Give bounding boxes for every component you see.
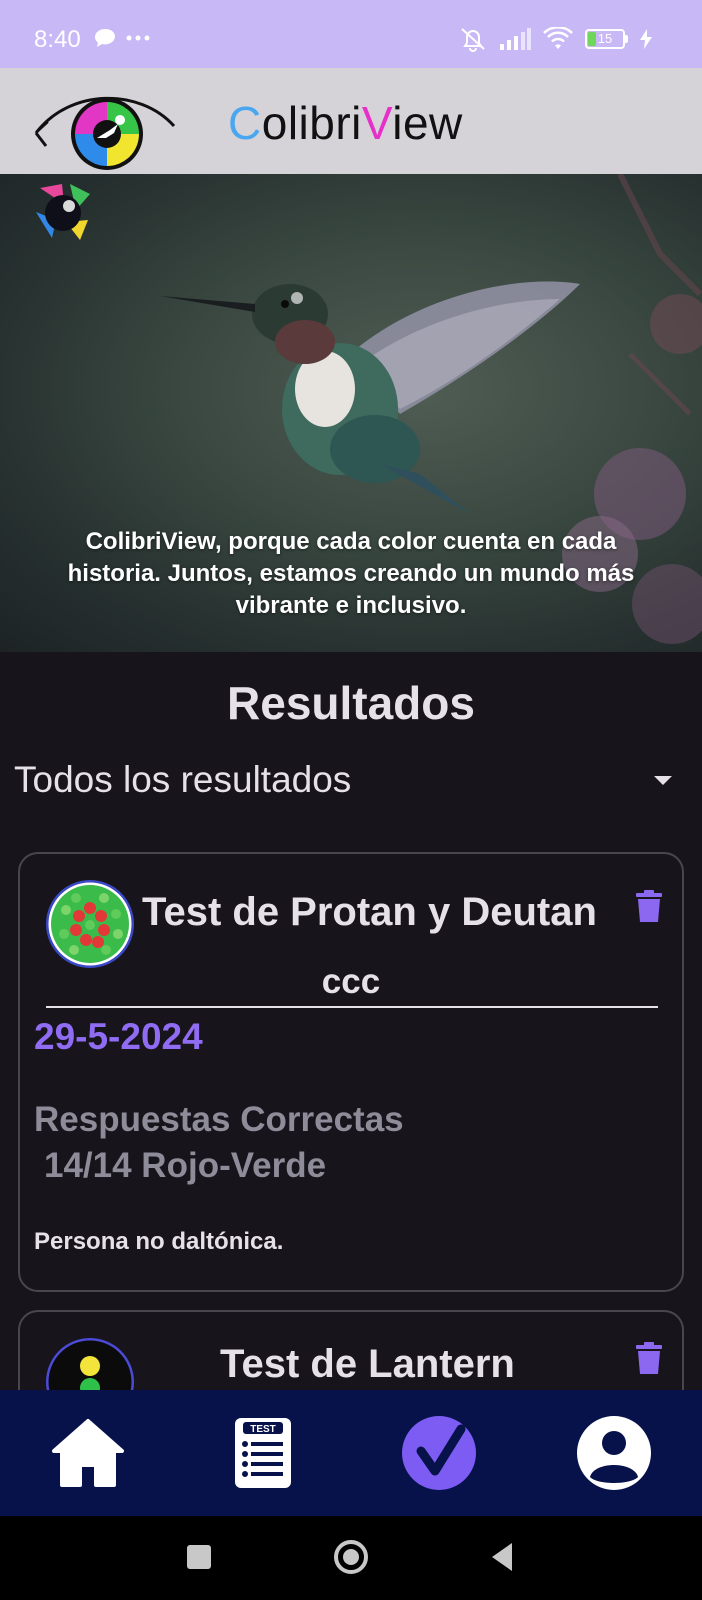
delete-trash-icon[interactable] [636,890,662,922]
score-value: 14/14 Rojo-Verde [44,1146,327,1185]
hero-banner: ColibriView, porque cada color cuenta en… [0,174,702,652]
score-label: Respuestas Correctas [34,1100,404,1139]
nav-tests[interactable]: TEST [221,1411,305,1495]
more-dots-icon [126,35,150,41]
chat-bubble-icon [95,29,115,47]
diagnosis-text: Persona no daltónica. [34,1228,284,1255]
battery-level: 15 [597,31,613,46]
charging-icon [640,29,652,49]
card-divider [46,1006,658,1008]
test-list-icon: TEST [235,1418,292,1488]
test-name: Test de Protan y Deutan [142,890,597,934]
result-card[interactable]: Test de Protan y Deutan ccc 29-5-2024 Re… [18,852,684,1292]
app-header: ColibriView [0,68,702,174]
colibri-eye-logo [34,96,176,170]
system-navigation-bar [0,1516,702,1600]
bottom-navigation: TEST [0,1390,702,1516]
battery-icon: 15 [585,29,628,49]
recent-apps-icon[interactable] [186,1544,212,1570]
hero-tagline: ColibriView, porque cada color cuenta en… [67,528,635,619]
results-filter-select[interactable]: Todos los resultados [14,752,672,808]
status-left-icons [94,28,150,48]
wifi-icon [543,27,573,49]
delete-trash-icon[interactable] [636,1342,662,1374]
app-badge-icon [36,184,90,240]
back-icon[interactable] [490,1542,514,1572]
nav-home[interactable] [46,1411,130,1495]
profile-icon [577,1416,652,1490]
nav-results[interactable] [397,1411,481,1495]
ishihara-plate-icon [46,880,134,968]
dropdown-arrow-icon [654,775,672,785]
app-brand-title: ColibriView [228,97,463,149]
status-bar: 8:40 15 [0,0,702,68]
mute-icon [461,28,485,52]
status-time: 8:40 [34,26,81,53]
test-user: ccc [321,962,381,1001]
status-right-icons: 15 [459,26,652,52]
test-date: 29-5-2024 [34,1016,203,1057]
page-title: Resultados [227,677,475,729]
test-name: Test de Lantern [220,1342,515,1386]
results-check-icon [401,1416,476,1490]
filter-selected-value: Todos los resultados [14,759,352,800]
home-icon [51,1419,124,1487]
svg-text:TEST: TEST [250,1424,276,1435]
signal-icon [500,28,531,50]
home-circle-icon[interactable] [332,1538,370,1576]
nav-profile[interactable] [572,1411,656,1495]
